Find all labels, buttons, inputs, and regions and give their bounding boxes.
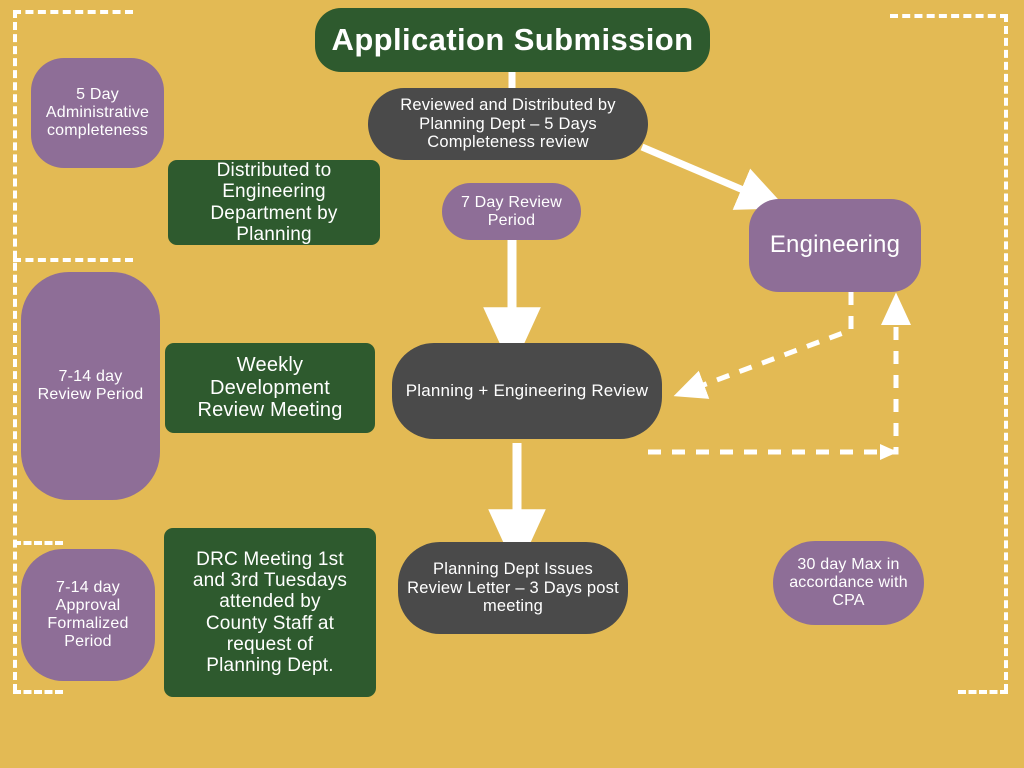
node-distributed-to-engineering[interactable]: Distributed to Engineering Department by… [168,160,380,245]
node-weekly-development-review-meeting[interactable]: Weekly Development Review Meeting [165,343,375,433]
node-planning-engineering-review[interactable]: Planning + Engineering Review [392,343,662,439]
node-application-submission[interactable]: Application Submission [315,8,710,72]
badge-seven-day-review-period[interactable]: 7 Day Review Period [442,183,581,240]
flowchart-canvas: Application Submission Reviewed and Dist… [0,0,1024,768]
node-engineering[interactable]: Engineering [749,199,921,292]
badge-review-period[interactable]: 7-14 day Review Period [21,272,160,500]
node-review-letter[interactable]: Planning Dept Issues Review Letter – 3 D… [398,542,628,634]
node-drc-meeting[interactable]: DRC Meeting 1st and 3rd Tuesdays attende… [164,528,376,697]
badge-approval-formalized-period[interactable]: 7-14 day Approval Formalized Period [21,549,155,681]
node-reviewed-and-distributed[interactable]: Reviewed and Distributed by Planning Dep… [368,88,648,160]
badge-cpa-thirty-day-max[interactable]: 30 day Max in accordance with CPA [773,541,924,625]
badge-administrative-completeness[interactable]: 5 Day Administrative completeness [31,58,164,168]
flowchart-nodes: Application Submission Reviewed and Dist… [0,0,1024,768]
